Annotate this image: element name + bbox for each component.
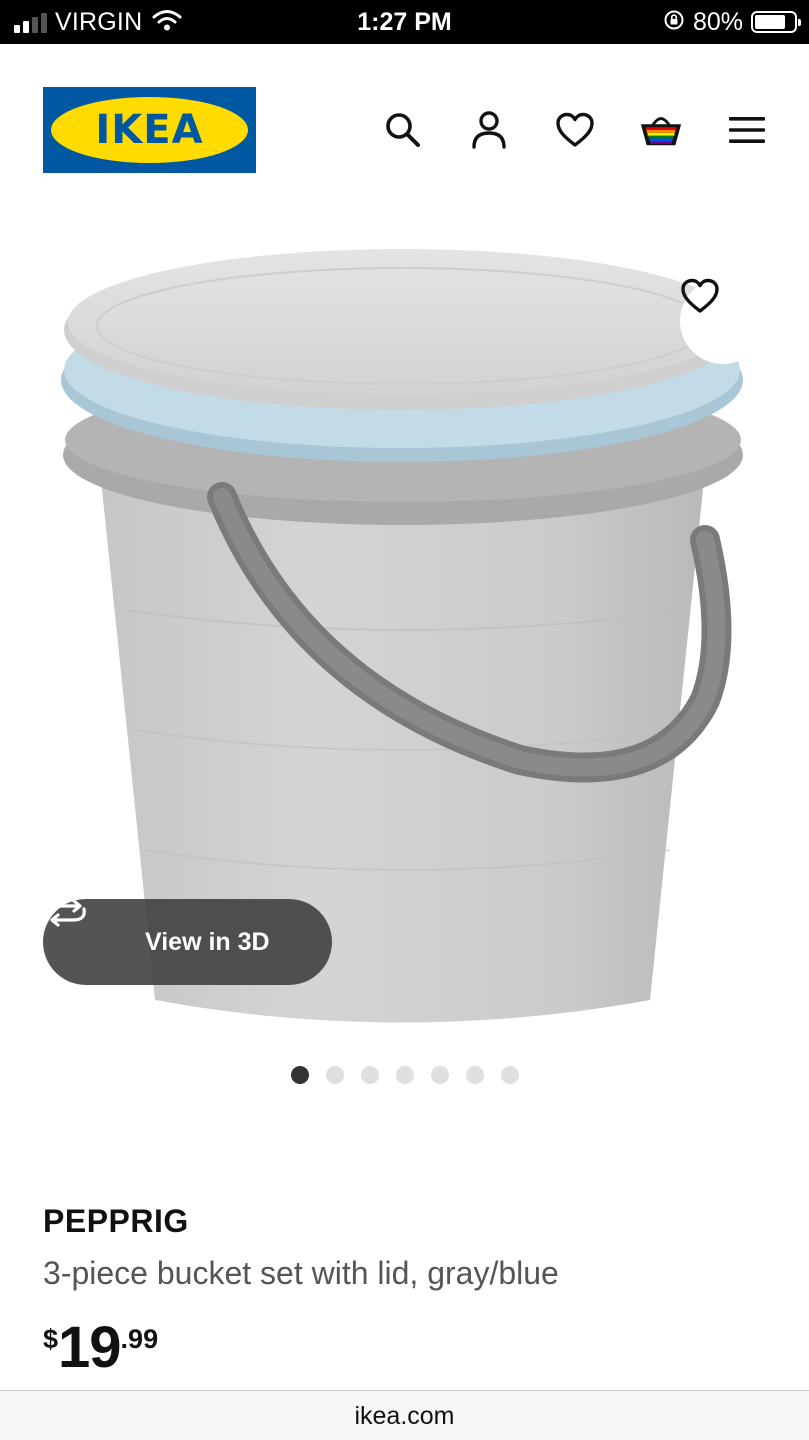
heart-icon <box>681 278 719 313</box>
status-bar: VIRGIN 1:27 PM 80% <box>0 0 809 44</box>
logo-text: IKEA <box>95 107 204 153</box>
favorites-icon[interactable] <box>553 108 597 152</box>
product-image[interactable]: View in 3D <box>0 200 809 1050</box>
product-name: PEPPRIG <box>43 1203 189 1239</box>
gallery-dot[interactable] <box>500 1066 519 1084</box>
gallery-dot[interactable] <box>360 1066 379 1084</box>
product-page: VIRGIN 1:27 PM 80% IKEA View in 3D PEPPR… <box>0 0 809 1440</box>
header-icons <box>381 108 769 152</box>
menu-icon[interactable] <box>725 108 769 152</box>
add-to-favorites-button[interactable] <box>680 278 766 364</box>
price-decimal: .99 <box>120 1324 159 1354</box>
product-price: $ 19 .99 <box>43 1318 158 1378</box>
product-description: 3-piece bucket set with lid, gray/blue <box>43 1255 559 1291</box>
account-icon[interactable] <box>467 108 511 152</box>
gallery-dot[interactable] <box>395 1066 414 1084</box>
site-header: IKEA <box>0 44 809 194</box>
battery-fill <box>755 15 786 29</box>
gallery-dot[interactable] <box>290 1066 309 1084</box>
battery-percent: 80% <box>692 7 743 36</box>
gallery-dot[interactable] <box>465 1066 484 1084</box>
orientation-lock-icon <box>663 9 685 36</box>
cart-icon[interactable] <box>639 108 683 152</box>
price-currency: $ <box>43 1324 59 1354</box>
status-right: 80% <box>663 6 801 38</box>
gallery-pagination <box>0 1066 809 1084</box>
view-in-3d-label: View in 3D <box>145 927 270 956</box>
browser-url-bar[interactable]: ikea.com <box>0 1390 809 1440</box>
ikea-logo[interactable]: IKEA <box>43 87 256 173</box>
price-integer: 19 <box>58 1315 122 1380</box>
gallery-dot[interactable] <box>325 1066 344 1084</box>
gallery-dot[interactable] <box>430 1066 449 1084</box>
rotate-3d-icon <box>46 899 127 957</box>
battery-icon <box>751 11 801 33</box>
search-icon[interactable] <box>381 108 425 152</box>
view-in-3d-button[interactable]: View in 3D <box>43 899 332 985</box>
